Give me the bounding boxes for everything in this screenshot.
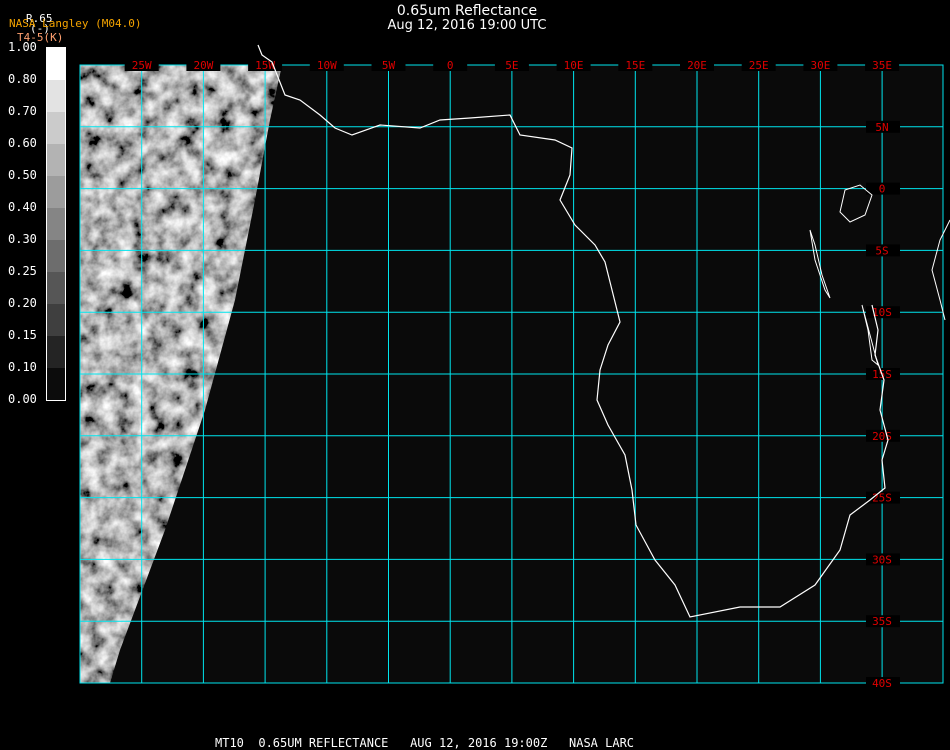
latitude-label: 0 [879, 183, 886, 196]
latitude-label: 25S [872, 492, 892, 505]
longitude-label: 5W [382, 59, 396, 72]
latitude-label: 30S [872, 553, 892, 566]
longitude-label: 0 [447, 59, 454, 72]
longitude-label: 25E [749, 59, 769, 72]
longitude-label: 15E [625, 59, 645, 72]
map-canvas[interactable]: 25W 20W 15W 10W 5W 0 5E 10E 15E 20E 25E 30E 35E 5N 0 5S… [0, 0, 950, 750]
longitude-label: 25W [132, 59, 152, 72]
footer-caption: MT10 0.65UM REFLECTANCE AUG 12, 2016 19:… [215, 736, 635, 750]
latitude-label: 35S [872, 615, 892, 628]
latitude-label: 40S [872, 677, 892, 690]
longitude-label: 15W [255, 59, 275, 72]
longitude-label: 10E [564, 59, 584, 72]
longitude-label: 30E [810, 59, 830, 72]
satellite-viewer: 0.65um Reflectance Aug 12, 2016 19:00 UT… [0, 0, 950, 750]
longitude-label: 35E [872, 59, 892, 72]
longitude-label: 20W [193, 59, 213, 72]
longitude-label: 5E [505, 59, 518, 72]
latitude-label: 5N [875, 121, 888, 134]
longitude-label: 20E [687, 59, 707, 72]
latitude-label: 20S [872, 430, 892, 443]
longitude-label: 10W [317, 59, 337, 72]
latitude-label: 5S [875, 244, 888, 257]
